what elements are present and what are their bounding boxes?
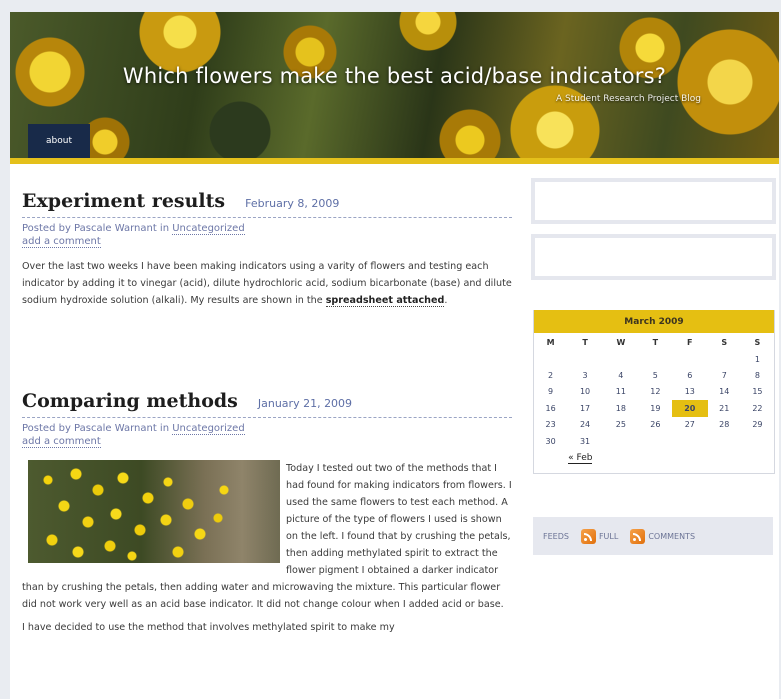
calendar-day: 29 <box>752 420 763 430</box>
rss-icon[interactable] <box>630 528 646 544</box>
calendar-day <box>603 433 639 449</box>
post-meta: Posted by Pascale Warnant in Uncategoriz… <box>22 422 512 448</box>
post-header: Experiment results February 8, 2009 <box>22 190 512 218</box>
calendar-day: 4 <box>618 371 624 381</box>
calendar-day: 15 <box>752 387 763 397</box>
calendar-day: 7 <box>721 371 727 381</box>
calendar-day <box>534 351 567 367</box>
site-tagline: A Student Research Project Blog <box>556 94 701 104</box>
category-link[interactable]: Uncategorized <box>172 423 245 435</box>
calendar-day: 13 <box>684 387 695 397</box>
sidebar-widget-box <box>531 234 776 280</box>
category-link[interactable]: Uncategorized <box>172 223 245 235</box>
calendar-day: 21 <box>719 403 730 413</box>
feed-full-link[interactable]: FULL <box>599 532 618 541</box>
weekday-label: M <box>546 337 555 347</box>
calendar-day: 31 <box>579 436 591 446</box>
calendar-day-today: 20 <box>671 400 708 417</box>
calendar-day: 30 <box>545 436 556 446</box>
post-body: Today I tested out two of the methods th… <box>22 460 512 636</box>
calendar-week-row: 9 10 11 12 13 14 15 <box>534 384 774 400</box>
calendar-day: 25 <box>615 420 626 430</box>
header-banner: Which flowers make the best acid/base in… <box>10 12 779 164</box>
post-title[interactable]: Experiment results <box>22 190 225 212</box>
calendar-day: 19 <box>650 403 661 413</box>
weekday-label: T <box>582 337 588 347</box>
calendar-day <box>708 433 741 449</box>
rss-icon[interactable] <box>580 528 596 544</box>
post-header: Comparing methods January 21, 2009 <box>22 390 512 418</box>
calendar-day: 1 <box>754 354 760 364</box>
post-experiment-results: Experiment results February 8, 2009 Post… <box>22 190 512 309</box>
add-comment-link[interactable]: add a comment <box>22 236 101 248</box>
calendar-day: 12 <box>650 387 661 397</box>
weekday-label: T <box>652 337 659 347</box>
calendar-day <box>672 351 708 367</box>
weekday-label: S <box>721 337 728 347</box>
post-date: January 21, 2009 <box>257 397 353 410</box>
feed-comments-link[interactable]: COMMENTS <box>648 532 695 541</box>
calendar-week-row: 30 31 <box>534 433 774 449</box>
calendar-day <box>567 351 603 367</box>
calendar-widget: March 2009 M T W T F S S 1 2 3 4 5 6 7 8… <box>533 310 775 474</box>
calendar-day: 26 <box>650 420 661 430</box>
calendar-day: 14 <box>719 387 730 397</box>
spreadsheet-link[interactable]: spreadsheet attached <box>325 295 445 307</box>
calendar-day <box>672 433 708 449</box>
weekday-label: S <box>754 337 761 347</box>
feeds-label: FEEDS <box>543 531 569 541</box>
post-date: February 8, 2009 <box>245 197 340 210</box>
post-comparing-methods: Comparing methods January 21, 2009 Poste… <box>22 390 512 636</box>
calendar-day <box>639 433 672 449</box>
calendar-caption: March 2009 <box>534 310 774 333</box>
calendar-weekday-row: M T W T F S S <box>534 333 774 351</box>
calendar-day: 24 <box>579 420 591 430</box>
calendar-table: M T W T F S S 1 2 3 4 5 6 7 8 9 10 11 12… <box>534 333 774 466</box>
page: Which flowers make the best acid/base in… <box>10 12 779 699</box>
calendar-day: 17 <box>579 403 591 413</box>
sidebar-widget-box <box>531 178 776 224</box>
posted-by-text: Posted by Pascale Warnant in <box>22 423 173 434</box>
calendar-day <box>708 351 741 367</box>
calendar-nav-row: « Feb <box>534 449 774 465</box>
calendar-week-row: 16 17 18 19 20 21 22 <box>534 400 774 417</box>
calendar-day: 10 <box>579 387 591 397</box>
calendar-day: 11 <box>615 387 626 397</box>
add-comment-link[interactable]: add a comment <box>22 436 101 448</box>
weekday-label: W <box>616 337 626 347</box>
post-meta: Posted by Pascale Warnant in Uncategoriz… <box>22 222 512 248</box>
calendar-day: 16 <box>545 403 556 413</box>
post-body-end: . <box>444 295 448 306</box>
calendar-week-row: 23 24 25 26 27 28 29 <box>534 417 774 433</box>
calendar-day: 22 <box>752 403 763 413</box>
calendar-day: 8 <box>754 371 760 381</box>
calendar-day: 2 <box>548 371 554 381</box>
calendar-prev-month-link[interactable]: « Feb <box>568 452 593 464</box>
post-title[interactable]: Comparing methods <box>22 390 238 412</box>
nav-tab-about[interactable]: about <box>28 124 90 158</box>
calendar-week-row: 1 <box>534 351 774 367</box>
calendar-day: 23 <box>545 420 556 430</box>
feeds-bar: FEEDS FULL COMMENTS <box>533 517 773 555</box>
calendar-day: 3 <box>582 371 588 381</box>
post-body: Over the last two weeks I have been maki… <box>22 258 512 309</box>
calendar-day: 6 <box>687 371 693 381</box>
calendar-day: 9 <box>548 387 554 397</box>
calendar-day <box>603 351 639 367</box>
weekday-label: F <box>687 337 693 347</box>
calendar-day: 28 <box>719 420 730 430</box>
calendar-day: 27 <box>684 420 695 430</box>
site-title[interactable]: Which flowers make the best acid/base in… <box>10 64 779 88</box>
post-body-continued: I have decided to use the method that in… <box>22 622 395 633</box>
calendar-day <box>639 351 672 367</box>
posted-by-text: Posted by Pascale Warnant in <box>22 223 173 234</box>
calendar-day: 18 <box>615 403 626 413</box>
calendar-day <box>741 433 774 449</box>
flower-photo[interactable] <box>28 460 280 563</box>
calendar-week-row: 2 3 4 5 6 7 8 <box>534 367 774 383</box>
calendar-day: 5 <box>652 371 658 381</box>
